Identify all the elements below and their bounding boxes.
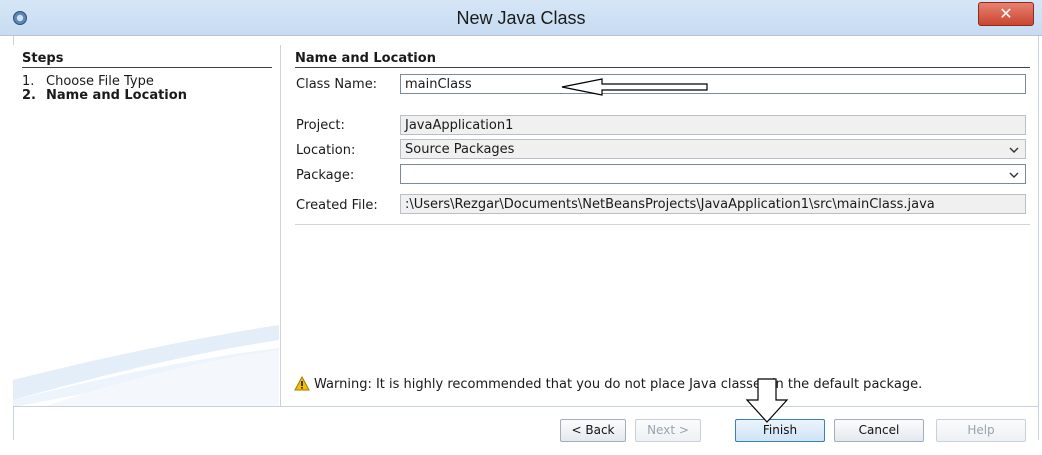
- steps-underline: [22, 67, 272, 68]
- title-bar: New Java Class ✕: [0, 0, 1042, 36]
- step-item-choose-file-type: 1. Choose File Type: [22, 74, 154, 89]
- help-button[interactable]: Help: [936, 419, 1026, 442]
- class-name-label: Class Name:: [296, 77, 378, 92]
- steps-title: Steps: [22, 51, 64, 66]
- project-label: Project:: [296, 118, 345, 133]
- cancel-button[interactable]: Cancel: [834, 419, 924, 442]
- annotation-arrow-left-icon: [561, 78, 708, 96]
- location-select[interactable]: Source Packages: [400, 139, 1026, 159]
- created-file-label: Created File:: [296, 198, 378, 213]
- warning-text: Warning: It is highly recommended that y…: [314, 377, 923, 392]
- close-button[interactable]: ✕: [978, 2, 1034, 26]
- project-field: JavaApplication1: [400, 115, 1026, 135]
- warning-icon: [294, 376, 310, 391]
- step-label: Name and Location: [46, 88, 187, 103]
- section-underline: [295, 67, 1030, 68]
- step-label: Choose File Type: [46, 74, 154, 89]
- next-button[interactable]: Next >: [635, 419, 701, 442]
- section-title: Name and Location: [295, 51, 436, 66]
- step-item-name-and-location: 2. Name and Location: [22, 88, 187, 103]
- package-select[interactable]: [400, 164, 1026, 184]
- location-label: Location:: [296, 143, 356, 158]
- step-number: 1.: [22, 74, 35, 89]
- warning-message: Warning: It is highly recommended that y…: [294, 376, 922, 392]
- created-file-field: :\Users\Rezgar\Documents\NetBeansProject…: [400, 194, 1026, 214]
- chevron-down-icon: [1009, 147, 1019, 153]
- step-number: 2.: [22, 88, 36, 103]
- panel-divider: [280, 45, 281, 407]
- annotation-arrow-down-icon: [745, 378, 789, 423]
- chevron-down-icon: [1009, 172, 1019, 178]
- class-name-input[interactable]: mainClass: [400, 74, 1026, 94]
- back-button[interactable]: < Back: [560, 419, 626, 442]
- form-separator: [295, 224, 1030, 225]
- steps-decorative-swoosh: [13, 325, 279, 407]
- location-select-value: Source Packages: [405, 142, 515, 157]
- package-label: Package:: [296, 168, 355, 183]
- footer-separator: [13, 406, 1039, 407]
- window-title: New Java Class: [456, 8, 586, 28]
